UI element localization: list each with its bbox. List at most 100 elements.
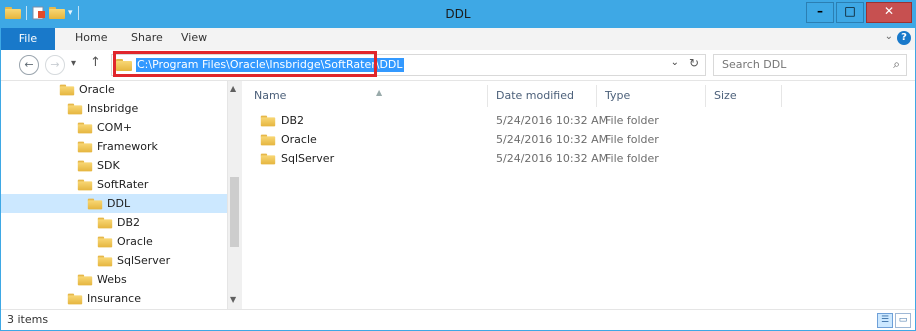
tree-item-sdk[interactable]: SDK	[77, 156, 120, 175]
file-name: SqlServer	[281, 152, 335, 165]
large-icons-view-icon[interactable]: ▭	[895, 313, 911, 328]
refresh-icon[interactable]: ↻	[689, 56, 699, 70]
tree-item-softrater[interactable]: SoftRater	[77, 175, 148, 194]
tree-item-label: Framework	[97, 140, 158, 153]
address-history-dropdown[interactable]: ⌄	[671, 57, 679, 68]
folder-icon	[260, 115, 276, 126]
date-modified-cell: 5/24/2016 10:32 AM	[496, 133, 609, 146]
date-modified-cell: 5/24/2016 10:32 AM	[496, 114, 609, 127]
folder-icon	[59, 84, 75, 95]
tree-item-label: SqlServer	[117, 254, 171, 267]
file-name-cell: Oracle	[260, 130, 317, 149]
back-button[interactable]: ←	[19, 55, 39, 75]
tree-item-label: Insurance	[87, 292, 141, 305]
file-list: ▲ Name Date modified Type Size DB2 5/24/…	[242, 81, 915, 309]
column-header-size[interactable]: Size	[708, 85, 782, 107]
tab-home[interactable]: Home	[75, 31, 107, 44]
item-count: 3 items	[7, 313, 49, 326]
sort-ascending-icon: ▲	[376, 88, 383, 97]
tab-share[interactable]: Share	[131, 31, 163, 44]
status-bar: 3 items ☰ ▭	[1, 309, 915, 330]
column-header-label: Size	[714, 89, 737, 102]
folder-icon	[77, 179, 93, 190]
arrow-right-icon: →	[50, 58, 60, 71]
folder-icon	[77, 141, 93, 152]
tree-item-sqlserver[interactable]: SqlServer	[97, 251, 170, 270]
scroll-down-icon[interactable]: ▼	[230, 295, 236, 304]
type-cell: File folder	[605, 152, 659, 165]
recent-locations-icon[interactable]: ▾	[71, 58, 76, 69]
scrollbar-thumb[interactable]	[230, 177, 239, 247]
type-cell: File folder	[605, 133, 659, 146]
help-icon[interactable]: ?	[897, 31, 911, 45]
tree-item-framework[interactable]: Framework	[77, 137, 158, 156]
file-name: Oracle	[281, 133, 317, 146]
column-header-name[interactable]: ▲ Name	[248, 85, 488, 107]
column-header-type[interactable]: Type	[599, 85, 706, 107]
tree-item-label: DDL	[107, 197, 131, 210]
search-icon[interactable]: ⌕	[893, 57, 900, 72]
title-bar[interactable]: ▾ DDL – □ ✕	[1, 1, 915, 28]
tree-item-label: Oracle	[117, 235, 153, 248]
folder-icon	[260, 134, 276, 145]
explorer-window: ▾ DDL – □ ✕ File Home Share View ⌄ ? ← →…	[0, 0, 916, 331]
up-button[interactable]: ↑	[90, 55, 101, 70]
file-name: DB2	[281, 114, 305, 127]
folder-icon	[77, 274, 93, 285]
tree-item-label: Webs	[97, 273, 127, 286]
table-row[interactable]: Oracle 5/24/2016 10:32 AM File folder	[242, 130, 915, 149]
navigation-pane: Oracle Insbridge COM+ Framework SDK Soft…	[1, 81, 227, 309]
column-header-label: Date modified	[496, 89, 574, 102]
folder-icon	[97, 255, 113, 266]
tree-item-ddl[interactable]: DDL	[1, 194, 227, 213]
window-controls: – □ ✕	[806, 2, 912, 23]
scroll-up-icon[interactable]: ▲	[230, 84, 236, 93]
folder-icon	[97, 217, 113, 228]
search-input[interactable]	[714, 55, 882, 73]
window-title: DDL	[445, 7, 471, 21]
details-view-icon[interactable]: ☰	[877, 313, 893, 328]
file-name-cell: SqlServer	[260, 149, 334, 168]
folder-icon	[67, 293, 83, 304]
maximize-button[interactable]: □	[836, 2, 864, 23]
tree-item-oracle[interactable]: Oracle	[59, 81, 115, 99]
expand-ribbon-icon[interactable]: ⌄	[885, 31, 893, 42]
tree-item-complus[interactable]: COM+	[77, 118, 132, 137]
table-row[interactable]: DB2 5/24/2016 10:32 AM File folder	[242, 111, 915, 130]
tree-item-label: Insbridge	[87, 102, 139, 115]
minimize-button[interactable]: –	[806, 2, 834, 23]
tree-item-webs[interactable]: Webs	[77, 270, 127, 289]
folder-icon	[67, 103, 83, 114]
tree-item-label: DB2	[117, 216, 141, 229]
tree-item-label: SoftRater	[97, 178, 149, 191]
search-box[interactable]: ⌕	[713, 54, 907, 76]
folder-icon	[260, 153, 276, 164]
folder-icon	[77, 160, 93, 171]
ribbon-tabs: File Home Share View ⌄ ?	[1, 28, 915, 51]
column-header-label: Name	[254, 89, 287, 102]
folder-icon	[97, 236, 113, 247]
tab-file[interactable]: File	[1, 28, 55, 50]
tree-item-db2[interactable]: DB2	[97, 213, 140, 232]
forward-button[interactable]: →	[45, 55, 65, 75]
tree-item-label: COM+	[97, 121, 133, 134]
folder-icon	[77, 122, 93, 133]
tree-item-label: SDK	[97, 159, 120, 172]
table-row[interactable]: SqlServer 5/24/2016 10:32 AM File folder	[242, 149, 915, 168]
arrow-up-icon: ↑	[90, 55, 101, 70]
arrow-left-icon: ←	[24, 58, 34, 71]
navigation-pane-scrollbar[interactable]: ▲ ▼	[227, 81, 242, 309]
date-modified-cell: 5/24/2016 10:32 AM	[496, 152, 609, 165]
address-callout-box	[113, 51, 377, 77]
type-cell: File folder	[605, 114, 659, 127]
tab-view[interactable]: View	[181, 31, 207, 44]
close-button[interactable]: ✕	[866, 2, 912, 23]
file-name-cell: DB2	[260, 111, 304, 130]
tree-item-insurance[interactable]: Insurance	[67, 289, 141, 308]
tree-item-insbridge[interactable]: Insbridge	[67, 99, 138, 118]
tree-item-oracle-ddl[interactable]: Oracle	[97, 232, 153, 251]
column-header-date-modified[interactable]: Date modified	[490, 85, 597, 107]
tree-item-label: Oracle	[79, 83, 115, 96]
column-header-label: Type	[605, 89, 631, 102]
folder-icon	[87, 198, 103, 209]
